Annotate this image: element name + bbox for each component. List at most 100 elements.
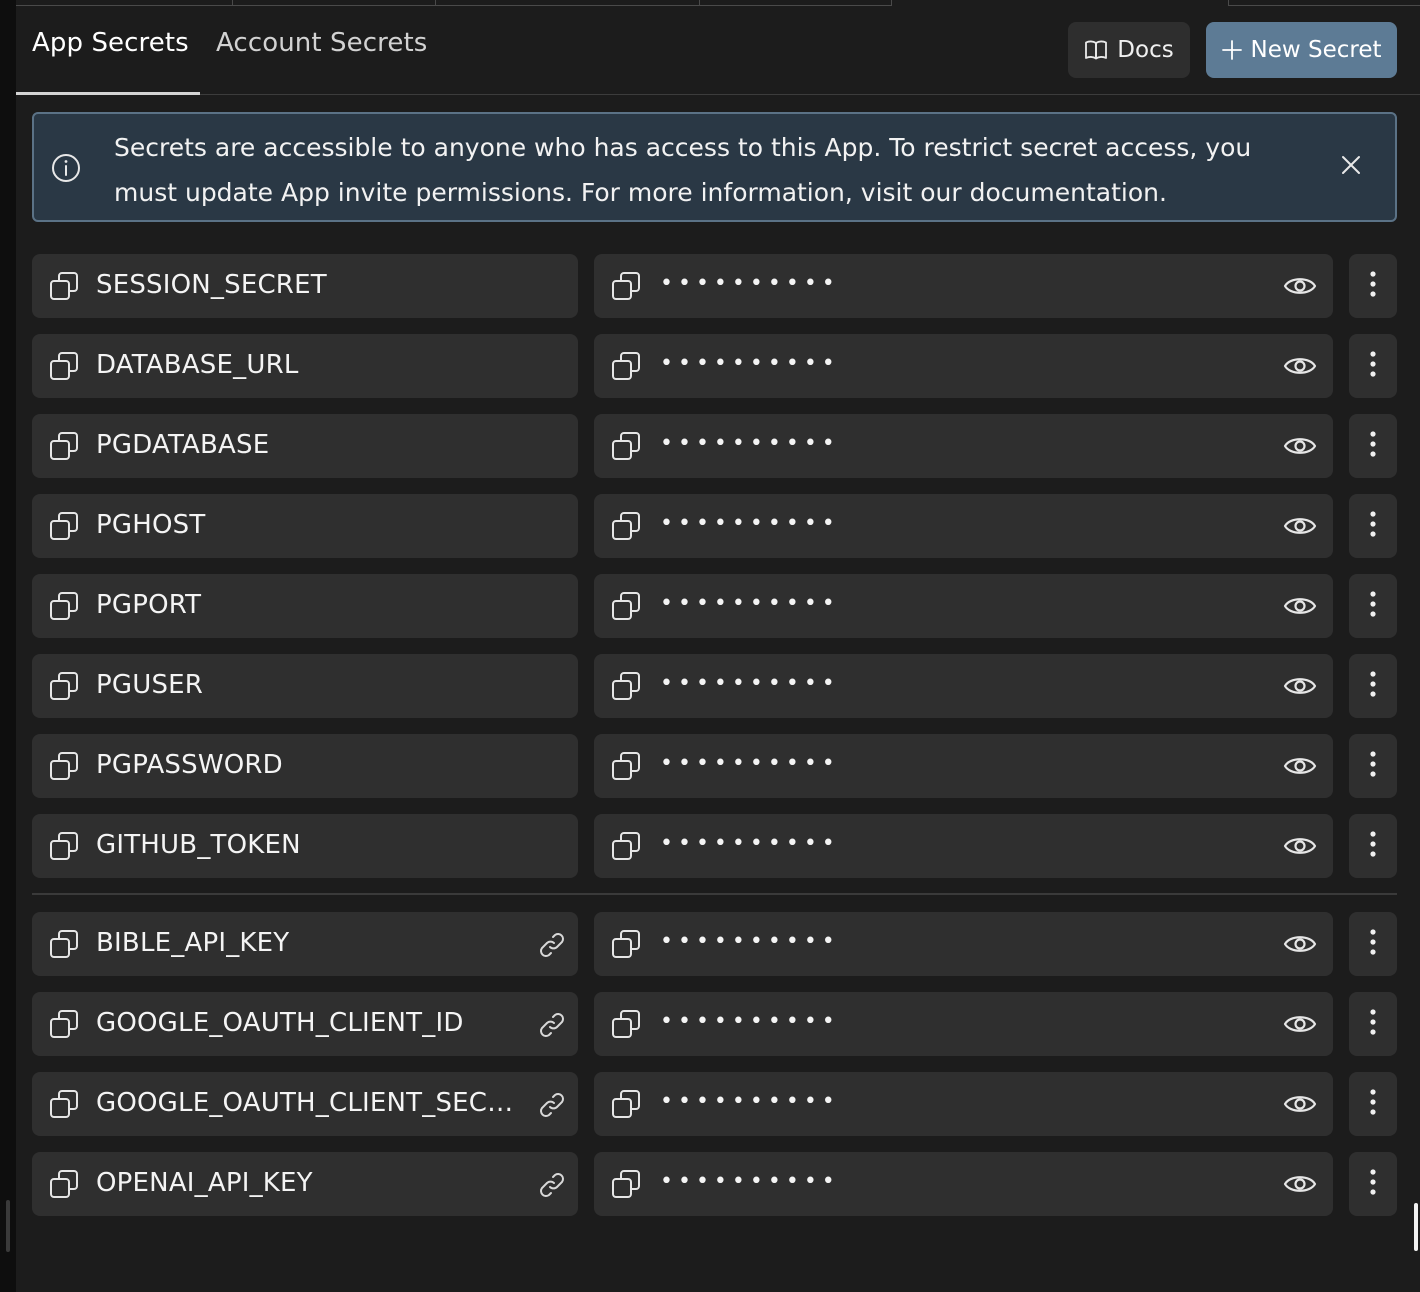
copy-icon[interactable] bbox=[610, 830, 642, 862]
more-menu-button[interactable] bbox=[1349, 1072, 1397, 1136]
secret-key-name: PGPASSWORD bbox=[96, 750, 283, 780]
more-vertical-icon bbox=[1369, 750, 1377, 782]
secret-row: GOOGLE_OAUTH_CLIENT_SECRET •••••••••• bbox=[32, 1072, 1397, 1136]
more-menu-button[interactable] bbox=[1349, 254, 1397, 318]
new-secret-button[interactable]: New Secret bbox=[1206, 22, 1397, 78]
more-vertical-icon bbox=[1369, 430, 1377, 462]
link-icon[interactable] bbox=[536, 929, 568, 961]
copy-icon[interactable] bbox=[48, 670, 80, 702]
more-menu-button[interactable] bbox=[1349, 654, 1397, 718]
link-icon[interactable] bbox=[536, 1009, 568, 1041]
info-icon bbox=[50, 152, 82, 188]
eye-icon[interactable] bbox=[1282, 929, 1318, 959]
more-menu-button[interactable] bbox=[1349, 494, 1397, 558]
copy-icon[interactable] bbox=[48, 590, 80, 622]
secret-key-field: SESSION_SECRET bbox=[32, 254, 578, 318]
more-vertical-icon bbox=[1369, 590, 1377, 622]
secret-key-field: DATABASE_URL bbox=[32, 334, 578, 398]
more-menu-button[interactable] bbox=[1349, 334, 1397, 398]
secret-key-field: GITHUB_TOKEN bbox=[32, 814, 578, 878]
secret-masked-value: •••••••••• bbox=[660, 351, 840, 376]
more-menu-button[interactable] bbox=[1349, 814, 1397, 878]
eye-icon[interactable] bbox=[1282, 1169, 1318, 1199]
secret-key-field: GOOGLE_OAUTH_CLIENT_ID bbox=[32, 992, 578, 1056]
copy-icon[interactable] bbox=[610, 928, 642, 960]
copy-icon[interactable] bbox=[48, 270, 80, 302]
secret-key-name: PGHOST bbox=[96, 510, 206, 540]
eye-icon[interactable] bbox=[1282, 591, 1318, 621]
secret-value-field: •••••••••• bbox=[594, 814, 1333, 878]
copy-icon[interactable] bbox=[610, 510, 642, 542]
eye-icon[interactable] bbox=[1282, 1089, 1318, 1119]
secret-masked-value: •••••••••• bbox=[660, 1169, 840, 1194]
secret-row: PGPASSWORD •••••••••• bbox=[32, 734, 1397, 798]
copy-icon[interactable] bbox=[48, 1008, 80, 1040]
eye-icon[interactable] bbox=[1282, 511, 1318, 541]
copy-icon[interactable] bbox=[610, 430, 642, 462]
link-icon[interactable] bbox=[536, 1169, 568, 1201]
eye-icon[interactable] bbox=[1282, 271, 1318, 301]
secret-masked-value: •••••••••• bbox=[660, 929, 840, 954]
more-menu-button[interactable] bbox=[1349, 734, 1397, 798]
secret-masked-value: •••••••••• bbox=[660, 1009, 840, 1034]
secret-key-field: PGPASSWORD bbox=[32, 734, 578, 798]
secret-key-name: PGDATABASE bbox=[96, 430, 270, 460]
more-vertical-icon bbox=[1369, 270, 1377, 302]
secret-value-field: •••••••••• bbox=[594, 334, 1333, 398]
eye-icon[interactable] bbox=[1282, 751, 1318, 781]
copy-icon[interactable] bbox=[48, 510, 80, 542]
copy-icon[interactable] bbox=[610, 750, 642, 782]
resize-handle[interactable] bbox=[6, 1200, 10, 1252]
copy-icon[interactable] bbox=[48, 1168, 80, 1200]
copy-icon[interactable] bbox=[610, 270, 642, 302]
close-icon[interactable] bbox=[1340, 154, 1362, 180]
secret-row: DATABASE_URL •••••••••• bbox=[32, 334, 1397, 398]
info-banner: Secrets are accessible to anyone who has… bbox=[32, 112, 1397, 222]
eye-icon[interactable] bbox=[1282, 1009, 1318, 1039]
secret-masked-value: •••••••••• bbox=[660, 511, 840, 536]
secret-row: GOOGLE_OAUTH_CLIENT_ID •••••••••• bbox=[32, 992, 1397, 1056]
scrollbar-thumb[interactable] bbox=[1414, 1203, 1418, 1251]
secret-row: PGUSER •••••••••• bbox=[32, 654, 1397, 718]
secret-value-field: •••••••••• bbox=[594, 414, 1333, 478]
copy-icon[interactable] bbox=[610, 670, 642, 702]
copy-icon[interactable] bbox=[610, 1088, 642, 1120]
eye-icon[interactable] bbox=[1282, 671, 1318, 701]
secret-masked-value: •••••••••• bbox=[660, 831, 840, 856]
more-vertical-icon bbox=[1369, 1088, 1377, 1120]
secret-key-name: OPENAI_API_KEY bbox=[96, 1168, 313, 1198]
more-menu-button[interactable] bbox=[1349, 574, 1397, 638]
more-menu-button[interactable] bbox=[1349, 912, 1397, 976]
copy-icon[interactable] bbox=[48, 830, 80, 862]
copy-icon[interactable] bbox=[610, 1008, 642, 1040]
copy-icon[interactable] bbox=[48, 1088, 80, 1120]
copy-icon[interactable] bbox=[48, 750, 80, 782]
copy-icon[interactable] bbox=[48, 928, 80, 960]
copy-icon[interactable] bbox=[610, 1168, 642, 1200]
copy-icon[interactable] bbox=[48, 430, 80, 462]
secret-key-name: GOOGLE_OAUTH_CLIENT_SECRET bbox=[96, 1088, 522, 1118]
secret-value-field: •••••••••• bbox=[594, 654, 1333, 718]
copy-icon[interactable] bbox=[610, 350, 642, 382]
tab-account-secrets[interactable]: Account Secrets bbox=[216, 28, 427, 73]
secret-value-field: •••••••••• bbox=[594, 912, 1333, 976]
more-menu-button[interactable] bbox=[1349, 992, 1397, 1056]
more-menu-button[interactable] bbox=[1349, 1152, 1397, 1216]
copy-icon[interactable] bbox=[48, 350, 80, 382]
secret-row: PGHOST •••••••••• bbox=[32, 494, 1397, 558]
docs-button[interactable]: Docs bbox=[1068, 22, 1190, 78]
more-menu-button[interactable] bbox=[1349, 414, 1397, 478]
eye-icon[interactable] bbox=[1282, 831, 1318, 861]
secret-key-field: PGDATABASE bbox=[32, 414, 578, 478]
more-vertical-icon bbox=[1369, 830, 1377, 862]
secret-key-name: DATABASE_URL bbox=[96, 350, 299, 380]
secrets-panel: App Secrets Account Secrets Docs New Sec… bbox=[16, 0, 1420, 1292]
eye-icon[interactable] bbox=[1282, 431, 1318, 461]
tab-app-secrets[interactable]: App Secrets bbox=[32, 28, 189, 73]
eye-icon[interactable] bbox=[1282, 351, 1318, 381]
secrets-tabbar: App Secrets Account Secrets Docs New Sec… bbox=[16, 6, 1420, 95]
link-icon[interactable] bbox=[536, 1089, 568, 1121]
secret-key-field: PGUSER bbox=[32, 654, 578, 718]
secret-row: PGPORT •••••••••• bbox=[32, 574, 1397, 638]
copy-icon[interactable] bbox=[610, 590, 642, 622]
